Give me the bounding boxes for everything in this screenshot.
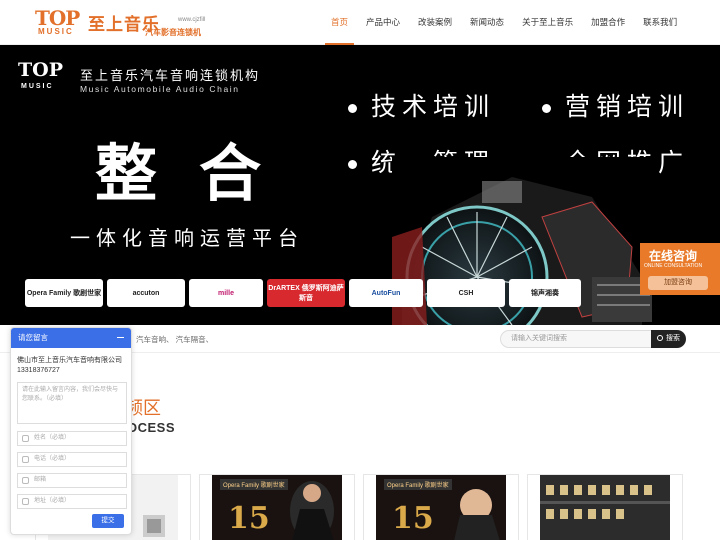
brand-logo-autofun[interactable]: AutoFun	[349, 279, 423, 307]
page: TOP MUSIC 至上音乐 www.cjzfill 汽车影音连锁机 首页 产品…	[0, 0, 720, 540]
nav-item-products[interactable]: 产品中心	[360, 0, 406, 45]
logo-subtitle: 汽车影音连锁机	[145, 28, 201, 37]
site-logo[interactable]: TOP MUSIC 至上音乐 www.cjzfill 汽车影音连锁机	[35, 6, 215, 40]
location-icon	[22, 498, 29, 505]
company-phone: 13318376727	[17, 367, 60, 374]
brand-logo-jinsheng[interactable]: 锦声湘奏	[509, 279, 581, 307]
main-nav: 首页 产品中心 改装案例 新闻动态 关于至上音乐 加盟合作 联系我们	[325, 0, 689, 45]
case-card-label: Opera Family 歌剧世家	[384, 479, 452, 490]
company-info: 佛山市至上音乐汽车音响有限公司 13318376727	[17, 356, 122, 376]
case-card-label: Opera Family 歌剧世家	[220, 479, 288, 490]
case-card[interactable]: Opera Family 歌剧世家 15	[199, 474, 355, 540]
search-button[interactable]: 搜索	[651, 330, 686, 348]
banner-bullet: 营销培训	[542, 87, 689, 123]
banner-logo: TOP MUSIC	[18, 59, 73, 95]
brand-logo-csh[interactable]: CSH	[427, 279, 505, 307]
hot-keywords[interactable]: 汽车音响、 汽车隔音、	[136, 334, 213, 345]
banner-logo-music: MUSIC	[21, 83, 54, 90]
hero-banner[interactable]: TOP MUSIC 至上音乐汽车音响连锁机构 Music Automobile …	[0, 45, 720, 325]
case-card[interactable]: Opera Family 歌剧世家 15	[363, 474, 519, 540]
banner-headline: 整合	[95, 137, 304, 210]
message-widget-title: 请您留言	[18, 333, 48, 342]
case-card-badge: 15	[392, 501, 434, 536]
brand-logo-accuton[interactable]: accuton	[107, 279, 185, 307]
logo-music-text: MUSIC	[38, 27, 74, 36]
banner-chain-title: 至上音乐汽车音响连锁机构	[80, 68, 261, 83]
logo-url: www.cjzfill	[178, 17, 206, 23]
join-consult-button[interactable]: 加盟咨询	[648, 276, 708, 290]
case-card-image: Opera Family 歌剧世家 15	[212, 475, 342, 540]
company-name: 佛山市至上音乐汽车音响有限公司	[17, 357, 122, 364]
phone-icon	[22, 456, 29, 463]
online-consult-subtitle: ONLINE CONSULTATION	[644, 263, 703, 269]
banner-slogan: 一体化音响运营平台	[70, 228, 304, 250]
email-field[interactable]: 邮箱	[17, 473, 127, 488]
bullet-dot-icon	[348, 159, 357, 169]
nav-item-join[interactable]: 加盟合作	[585, 0, 631, 45]
user-icon	[22, 435, 29, 442]
nav-item-news[interactable]: 新闻动态	[464, 0, 510, 45]
mail-icon	[22, 477, 29, 484]
case-card-image	[540, 475, 670, 540]
phone-field[interactable]: 电话（必填）	[17, 452, 127, 467]
message-textarea[interactable]: 请在此输入留言内容，我们会尽快与您联系。（必填）	[17, 382, 127, 424]
nav-item-home[interactable]: 首页	[325, 0, 355, 45]
nav-item-contact[interactable]: 联系我们	[637, 0, 683, 45]
search-input[interactable]: 请输入关键词搜索	[500, 330, 652, 348]
nav-item-cases[interactable]: 改装案例	[412, 0, 458, 45]
online-consult-widget[interactable]: 在线咨询 ONLINE CONSULTATION 加盟咨询	[640, 243, 720, 295]
message-widget: 请您留言 佛山市至上音乐汽车音响有限公司 13318376727 请在此输入留言…	[10, 327, 132, 535]
case-card-image: Opera Family 歌剧世家 15	[376, 475, 506, 540]
bullet-dot-icon	[542, 103, 551, 113]
message-widget-header[interactable]: 请您留言	[11, 328, 131, 348]
online-consult-title: 在线咨询	[649, 249, 698, 263]
bullet-dot-icon	[348, 103, 357, 113]
case-card-badge: 15	[228, 501, 270, 536]
banner-bullet: 技术培训	[348, 87, 495, 123]
address-field[interactable]: 地址（必填）	[17, 494, 127, 509]
case-card[interactable]	[527, 474, 683, 540]
section-subtitle: OCESS	[127, 420, 176, 435]
banner-chain-subtitle: Music Automobile Audio Chain	[80, 84, 240, 94]
minimize-icon[interactable]	[117, 337, 124, 338]
brand-logo-operafamily[interactable]: Opera Family 歌剧世家	[25, 279, 103, 307]
name-field[interactable]: 姓名（必填）	[17, 431, 127, 446]
submit-button[interactable]: 提交	[92, 514, 124, 528]
site-header: TOP MUSIC 至上音乐 www.cjzfill 汽车影音连锁机 首页 产品…	[0, 0, 720, 45]
nav-item-about[interactable]: 关于至上音乐	[516, 0, 579, 45]
banner-logo-top: TOP	[18, 59, 63, 81]
brand-logo-drartex[interactable]: DrARTEX 俄罗斯阿迪萨斯音	[267, 279, 345, 307]
brand-strip: Opera Family 歌剧世家 accuton mille DrARTEX …	[25, 279, 585, 309]
brand-logo-mille[interactable]: mille	[189, 279, 263, 307]
search-icon	[657, 335, 663, 341]
